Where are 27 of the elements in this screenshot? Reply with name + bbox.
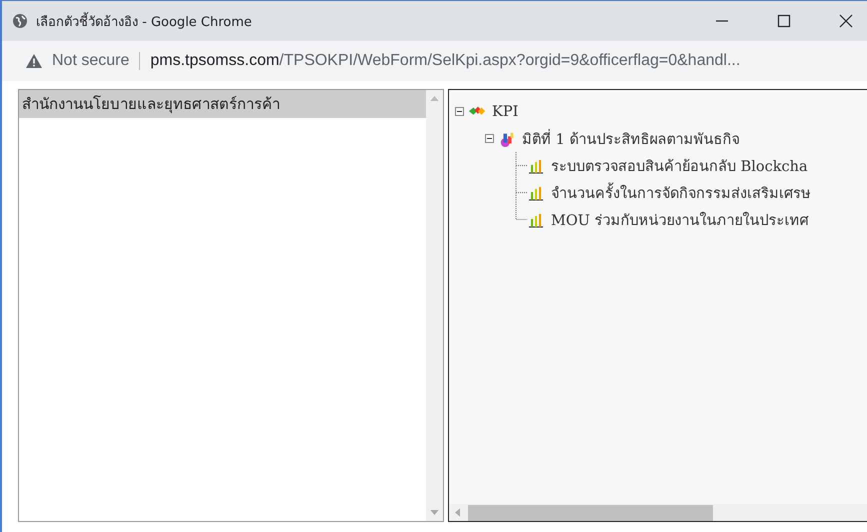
tree-item-label[interactable]: MOU ร่วมกับหน่วยงานในภายในประเทศ xyxy=(551,208,809,231)
bar-chart-icon xyxy=(527,158,545,174)
maximize-icon[interactable] xyxy=(777,14,791,28)
scroll-up-icon[interactable] xyxy=(430,96,439,101)
tree-item-label[interactable]: มิติที่ 1 ด้านประสิทธิผลตามพันธกิจ xyxy=(522,127,740,150)
tree-item-label[interactable]: จำนวนครั้งในการจัดกิจกรรมส่งเสริมเศรษ xyxy=(551,181,811,204)
collapse-icon[interactable] xyxy=(485,134,494,143)
url-text: pms.tpsomss.com/TPSOKPI/WebForm/SelKpi.aspx?orgid=9&officerflag=0&handl... xyxy=(150,52,740,70)
list-item[interactable]: สำนักงานนโยบายและยุทธศาสตร์การค้า xyxy=(19,90,426,118)
address-bar[interactable]: Not secure pms.tpsomss.com/TPSOKPI/WebForm/SelKpi.aspx?orgid=9&officerflag=0&handl... xyxy=(2,41,867,81)
bar-chart-icon xyxy=(527,212,545,228)
scroll-down-icon[interactable] xyxy=(430,510,439,515)
warning-icon xyxy=(26,54,42,68)
chart-icon xyxy=(498,130,516,146)
close-icon[interactable] xyxy=(839,14,853,28)
scrollbar-thumb[interactable] xyxy=(468,504,713,520)
scroll-left-icon[interactable] xyxy=(455,508,460,517)
globe-icon xyxy=(12,13,28,29)
collapse-icon[interactable] xyxy=(455,107,464,116)
bar-chart-icon xyxy=(527,184,545,200)
scrollbar[interactable] xyxy=(426,90,443,521)
horizontal-scrollbar[interactable] xyxy=(449,504,867,521)
window-title: เลือกตัวชี้วัดอ้างอิง - Google Chrome xyxy=(36,10,252,32)
tree-item-label[interactable]: ระบบตรวจสอบสินค้าย้อนกลับ Blockcha xyxy=(551,154,808,177)
tree-connector xyxy=(515,152,527,179)
security-label: Not secure xyxy=(52,52,130,70)
tree-item-label[interactable]: KPI xyxy=(492,104,518,120)
